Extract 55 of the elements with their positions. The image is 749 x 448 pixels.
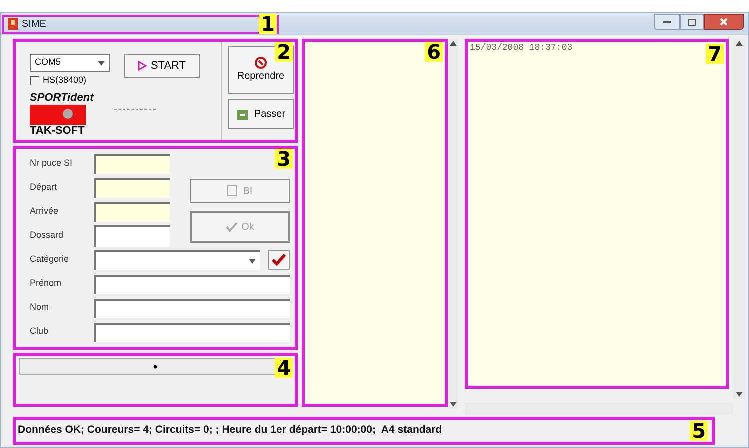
document-icon [227,185,240,197]
input-field[interactable] [94,298,290,318]
annotation-number: 2 [275,42,293,62]
skip-icon [236,108,250,120]
minimize-button[interactable] [654,14,680,30]
caret-icon [450,41,456,46]
input-field[interactable] [94,225,170,247]
log-line: 15/03/2008 18:37:03 [470,42,573,55]
annotation-number: 6 [425,42,443,62]
caret-icon [450,402,456,407]
annotation-number: 7 [706,44,724,64]
maximize-button[interactable] [680,14,704,30]
input-field[interactable] [94,274,290,294]
input-field[interactable] [94,322,290,342]
check-icon [272,254,286,266]
start-button[interactable]: START [124,54,200,78]
field-label: Prénom [30,277,63,290]
input-field[interactable] [94,178,170,198]
field-label: Nr puce SI [30,157,74,170]
check-icon [226,222,238,232]
window-title: SIME [22,18,46,32]
port-dropdown[interactable]: COM5 [30,54,110,72]
skip-button[interactable]: Passer [228,99,294,129]
play-icon [138,61,147,71]
caret-icon [249,258,256,264]
field-label: Départ [30,181,58,194]
logo-text: TAK-SOFT [30,124,85,138]
input-field[interactable] [94,154,170,174]
annotation-number: 5 [690,421,708,441]
status-text: Données OK; Coureurs= 4; Circuits= 0; ; Heure du 1er départ= 10:00:00; A4 standard [18,423,442,438]
check-button[interactable] [268,250,290,270]
close-button[interactable] [704,14,744,30]
input-field[interactable] [94,202,170,222]
annotation-number: 3 [275,149,293,169]
checkbox[interactable] [30,76,39,86]
progress-marker: • [153,358,158,376]
field-label: Arrivée [30,205,60,218]
caret-icon [736,392,742,397]
annotation-number: 4 [275,358,293,378]
close-icon [720,18,728,26]
field-label: Nom [30,301,50,314]
caret-icon [736,41,742,46]
logo-drawing [30,104,86,124]
logo-text: SPORTident [30,90,94,106]
scrollbar[interactable] [733,39,745,399]
annotation-number: 1 [259,14,277,34]
dash-line: ---------- [114,102,158,116]
dropdown[interactable] [94,250,260,270]
field-label: Dossard [30,229,65,242]
checkbox-label: HS(38400) [43,74,87,87]
field-label: Catégorie [30,253,70,266]
app-icon [8,18,18,30]
field-label: Club [30,325,50,338]
scrollbar[interactable] [448,39,458,409]
caret-icon [98,60,105,66]
